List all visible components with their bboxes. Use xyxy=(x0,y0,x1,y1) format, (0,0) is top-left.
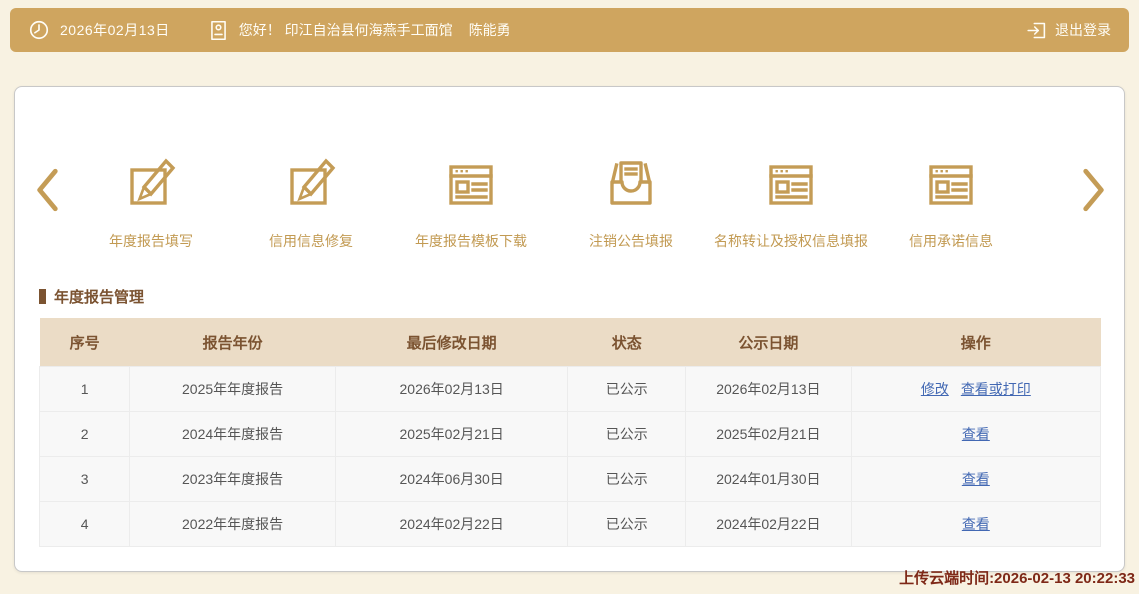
carousel-next-button[interactable] xyxy=(1080,167,1106,218)
header-publish-date: 公示日期 xyxy=(685,318,852,367)
cell-index: 2 xyxy=(38,411,131,457)
cell-last-modified: 2026年02月13日 xyxy=(334,366,569,412)
edit-icon xyxy=(284,157,338,216)
upload-cloud-time: 上传云端时间:2026-02-13 20:22:33 xyxy=(899,570,1135,587)
logout-button[interactable]: 退出登录 xyxy=(1018,20,1111,41)
header-last-modified: 最后修改日期 xyxy=(335,318,568,367)
carousel-item-label: 信用信息修复 xyxy=(269,233,353,249)
inbox-icon xyxy=(604,157,658,216)
template-icon xyxy=(764,157,818,216)
carousel-item-label: 年度报告模板下载 xyxy=(415,233,527,249)
template-icon xyxy=(444,157,498,216)
carousel-item-label: 名称转让及授权信息填报 xyxy=(714,233,868,249)
top-bar: 2026年02月13日 您好！ 印江自治县何海燕手工面馆 陈能勇 退出登录 xyxy=(10,8,1129,52)
carousel-item-label: 年度报告填写 xyxy=(109,233,193,249)
cell-report-year: 2022年年度报告 xyxy=(129,501,336,547)
view-link[interactable]: 查看 xyxy=(962,426,990,442)
cell-status: 已公示 xyxy=(567,411,687,457)
logout-icon xyxy=(1026,20,1047,41)
carousel-item-annual-report-fill[interactable]: 年度报告填写 xyxy=(71,157,231,251)
user-name: 陈能勇 xyxy=(468,22,511,38)
cell-report-year: 2025年年度报告 xyxy=(129,366,336,412)
carousel-item-credit-commitment[interactable]: 信用承诺信息 xyxy=(871,157,1031,251)
greeting-text: 您好！ 印江自治县何海燕手工面馆 xyxy=(238,22,453,38)
table-row: 1 2025年年度报告 2026年02月13日 已公示 2026年02月13日 … xyxy=(38,366,1102,412)
cell-status: 已公示 xyxy=(567,366,687,412)
cell-publish-date: 2024年02月22日 xyxy=(685,501,852,547)
current-date: 2026年02月13日 xyxy=(60,22,170,38)
cell-actions: 查看 xyxy=(850,501,1102,547)
main-panel: 年度报告填写 信用信息修复 年度报告模板下载 注销公告填报 名称转让及授权信息填… xyxy=(14,86,1125,572)
edit-icon xyxy=(124,157,178,216)
header-status: 状态 xyxy=(567,318,686,367)
header-report-year: 报告年份 xyxy=(129,318,336,367)
cell-last-modified: 2025年02月21日 xyxy=(334,411,569,457)
cell-status: 已公示 xyxy=(567,456,687,502)
table-header-row: 序号 报告年份 最后修改日期 状态 公示日期 操作 xyxy=(39,318,1101,367)
carousel-item-template-download[interactable]: 年度报告模板下载 xyxy=(391,157,551,251)
clock-icon xyxy=(28,19,50,41)
cell-publish-date: 2025年02月21日 xyxy=(685,411,852,457)
carousel-item-deregistration-notice[interactable]: 注销公告填报 xyxy=(551,157,711,251)
section-title: 年度报告管理 xyxy=(39,286,144,307)
id-badge-icon xyxy=(208,19,229,42)
carousel-item-credit-repair[interactable]: 信用信息修复 xyxy=(231,157,391,251)
cell-index: 3 xyxy=(38,456,131,502)
carousel-prev-button[interactable] xyxy=(35,167,61,218)
view-or-print-link[interactable]: 查看或打印 xyxy=(961,381,1031,397)
cell-report-year: 2024年年度报告 xyxy=(129,411,336,457)
table-row: 2 2024年年度报告 2025年02月21日 已公示 2025年02月21日 … xyxy=(38,411,1102,457)
carousel-item-label: 注销公告填报 xyxy=(589,233,673,249)
header-index: 序号 xyxy=(39,318,130,367)
cell-report-year: 2023年年度报告 xyxy=(129,456,336,502)
annual-report-table: 序号 报告年份 最后修改日期 状态 公示日期 操作 1 2025年年度报告 20… xyxy=(38,318,1102,547)
carousel-item-label: 信用承诺信息 xyxy=(909,233,993,249)
carousel-item-name-transfer[interactable]: 名称转让及授权信息填报 xyxy=(711,157,871,251)
cell-publish-date: 2024年01月30日 xyxy=(685,456,852,502)
cell-index: 1 xyxy=(38,366,131,412)
cell-last-modified: 2024年02月22日 xyxy=(334,501,569,547)
table-row: 3 2023年年度报告 2024年06月30日 已公示 2024年01月30日 … xyxy=(38,456,1102,502)
view-link[interactable]: 查看 xyxy=(962,516,990,532)
logout-label: 退出登录 xyxy=(1055,22,1111,38)
header-actions: 操作 xyxy=(851,318,1101,367)
table-row: 4 2022年年度报告 2024年02月22日 已公示 2024年02月22日 … xyxy=(38,501,1102,547)
cell-actions: 查看 xyxy=(850,411,1102,457)
edit-link[interactable]: 修改 xyxy=(921,381,949,397)
template-icon xyxy=(924,157,978,216)
function-carousel: 年度报告填写 信用信息修复 年度报告模板下载 注销公告填报 名称转让及授权信息填… xyxy=(71,157,1031,251)
title-bullet xyxy=(39,289,46,304)
cell-status: 已公示 xyxy=(567,501,687,547)
cell-index: 4 xyxy=(38,501,131,547)
cell-last-modified: 2024年06月30日 xyxy=(334,456,569,502)
cell-publish-date: 2026年02月13日 xyxy=(685,366,852,412)
view-link[interactable]: 查看 xyxy=(962,471,990,487)
cell-actions: 修改 查看或打印 xyxy=(850,366,1102,412)
cell-actions: 查看 xyxy=(850,456,1102,502)
